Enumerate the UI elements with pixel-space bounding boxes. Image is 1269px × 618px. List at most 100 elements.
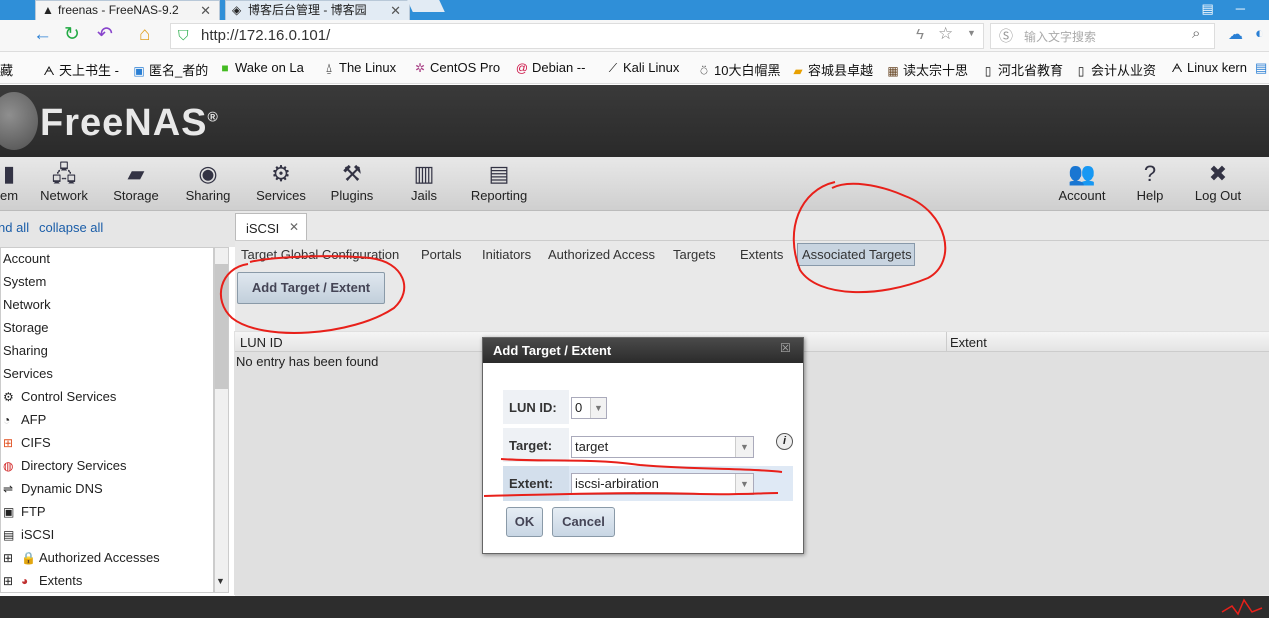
toolbar-sharing[interactable]: ◉ Sharing [182,160,234,203]
target-select[interactable]: target ▼ [571,436,754,458]
chevron-down-icon[interactable]: ▼ [590,398,606,418]
toolbar-jails[interactable]: ▥ Jails [408,160,440,203]
tab-iscsi[interactable]: iSCSI ✕ [235,213,307,241]
extent-select[interactable]: iscsi-arbiration ▼ [571,473,754,495]
search-engine-icon[interactable]: Ⓢ [999,26,1013,46]
bookmark-item[interactable]: @ Debian -- [515,60,586,75]
sidebar-item-sharing[interactable]: Sharing [3,343,48,358]
sidebar-item-cifs[interactable]: ⊞ CIFS [3,435,51,450]
help-icon: ? [1143,161,1157,186]
column-header-lun-id[interactable]: LUN ID [240,335,283,350]
info-icon[interactable]: i [776,433,793,450]
sidebar-item-ftp[interactable]: ▣ FTP [3,504,46,519]
home-icon[interactable]: ⌂ [139,24,150,46]
subtab-associated-targets[interactable]: Associated Targets [802,247,912,262]
cloud-icon[interactable]: ☁ [1228,25,1243,43]
sidebar-item-storage[interactable]: Storage [3,320,49,335]
sidebar-item-services[interactable]: Services [3,366,53,381]
sidebar-item-network[interactable]: Network [3,297,51,312]
bookmark-item[interactable]: ▰ 容城县卓越 [791,60,873,79]
account-icon: 👥 [1068,161,1096,186]
bookmark-item[interactable]: ⟋ Kali Linux [606,60,680,76]
close-icon[interactable]: ☒ [780,341,791,355]
chevron-down-icon[interactable]: ▼ [735,437,753,457]
lun-id-select[interactable]: 0 ▼ [571,397,607,419]
subtab-initiators[interactable]: Initiators [482,247,531,262]
toolbar-network[interactable]: 🖧 Network [36,160,92,203]
sidebar-item-dynamic-dns[interactable]: ⇌ Dynamic DNS [3,481,103,496]
expand-all-link[interactable]: nd all [0,220,29,235]
subtab-portals[interactable]: Portals [421,247,461,262]
close-icon[interactable]: ✕ [289,220,299,234]
toolbar-services[interactable]: ⚙ Services [253,160,309,203]
toolbar-help[interactable]: ? Help [1132,160,1168,203]
sidebar-item-control-services[interactable]: ⚙ Control Services [3,389,116,404]
sidebar-item-extents[interactable]: ⊞ ◕ Extents [3,573,82,588]
jails-icon: ▥ [413,161,435,186]
close-icon[interactable]: ✕ [390,1,401,20]
sidebar-item-directory-services[interactable]: ◍ Directory Services [3,458,126,473]
bookmark-item[interactable]: ✲ CentOS Pro [413,60,500,75]
column-header-extent[interactable]: Extent [950,335,987,350]
registered-mark: ® [207,108,219,125]
bookmark-item[interactable]: ᗅ 天上书生 - [42,60,119,79]
search-icon[interactable]: ⌕ [1192,25,1200,42]
new-tab-button[interactable] [407,0,445,12]
url-text[interactable]: http://172.16.0.101/ [201,27,330,44]
add-target-extent-button[interactable]: Add Target / Extent [237,272,385,304]
sidebar-item-afp[interactable]: ◔ AFP [3,412,46,427]
chevron-down-icon[interactable]: ▼ [967,28,976,38]
subtab-authorized-access[interactable]: Authorized Access [548,247,655,262]
sidebar-item-system[interactable]: System [3,274,46,289]
subtab-targets[interactable]: Targets [673,247,716,262]
browser-tab-freenas[interactable]: ▲ freenas - FreeNAS-9.2 ✕ [35,0,220,20]
back-arrow-icon[interactable]: ← [33,24,52,46]
sidebar-item-label: Services [3,366,53,381]
close-icon[interactable]: ✕ [200,1,211,20]
browser-tab-blog[interactable]: ◈ 博客后台管理 - 博客园 ✕ [225,0,410,20]
bookmark-item[interactable]: ᗅ Linux kern [1170,60,1247,76]
toolbar-system[interactable]: ▮ em [0,160,22,203]
lightning-icon[interactable]: ϟ [916,26,924,43]
scroll-down-icon[interactable]: ▼ [216,576,225,586]
cancel-button[interactable]: Cancel [552,507,615,537]
ok-button[interactable]: OK [506,507,543,537]
refresh-icon[interactable]: ↻ [64,24,80,46]
sidebar-item-account[interactable]: Account [3,251,50,266]
expand-icon[interactable]: ⊞ [3,551,17,565]
toolbar-logout[interactable]: ✖ Log Out [1190,160,1246,203]
bookmark-item[interactable]: ⍙ The Linux [322,60,396,76]
toolbar-account[interactable]: 👥 Account [1054,160,1110,203]
undo-icon[interactable]: ↶ [97,24,113,46]
extension-icon[interactable]: ◐ [1255,25,1264,42]
bookmark-item[interactable]: ⍥ 10大白帽黑 [697,60,780,79]
bookmark-label: 容城县卓越 [808,63,874,78]
chevron-down-icon[interactable]: ▼ [735,474,753,494]
collapse-all-link[interactable]: collapse all [39,220,103,235]
bookmark-item[interactable]: ▣ 匿名_者的 [132,60,208,79]
bookmarks-overflow-icon[interactable]: ▤ [1255,60,1267,76]
bookmark-label: Kali Linux [623,60,680,75]
extents-icon: ◕ [21,574,29,588]
subtab-target-global-config[interactable]: Target Global Configuration [241,247,399,262]
window-controls[interactable]: ▤─ [1202,0,1269,20]
subtab-extents[interactable]: Extents [740,247,783,262]
link-icon: ▣ [133,64,145,78]
sidebar-item-authorized-accesses[interactable]: ⊞ 🔒 Authorized Accesses [3,550,160,565]
scrollbar-thumb[interactable] [215,264,228,389]
link-icon: ▯ [984,64,992,78]
bookmark-item[interactable]: ▯ 河北省教育 [981,60,1063,79]
star-icon[interactable]: ☆ [938,24,953,44]
expand-icon[interactable]: ⊞ [3,574,17,588]
sidebar-item-iscsi[interactable]: ▤ iSCSI [3,527,54,542]
bookmark-item[interactable]: ■ Wake on La [218,60,304,75]
network-icon: 🖧 [51,161,77,186]
bookmark-item[interactable]: ▦ 读太宗十思 [886,60,968,79]
toolbar-plugins[interactable]: ⚒ Plugins [328,160,376,203]
bookmark-item[interactable]: ▯ 会计从业资 [1074,60,1156,79]
link-icon: ⍥ [700,64,708,78]
toolbar-storage[interactable]: ▰ Storage [110,160,162,203]
bookmark-item[interactable]: 藏 [0,60,13,79]
search-input[interactable]: 输入文字搜索 [1024,28,1096,45]
toolbar-reporting[interactable]: ▤ Reporting [468,160,530,203]
